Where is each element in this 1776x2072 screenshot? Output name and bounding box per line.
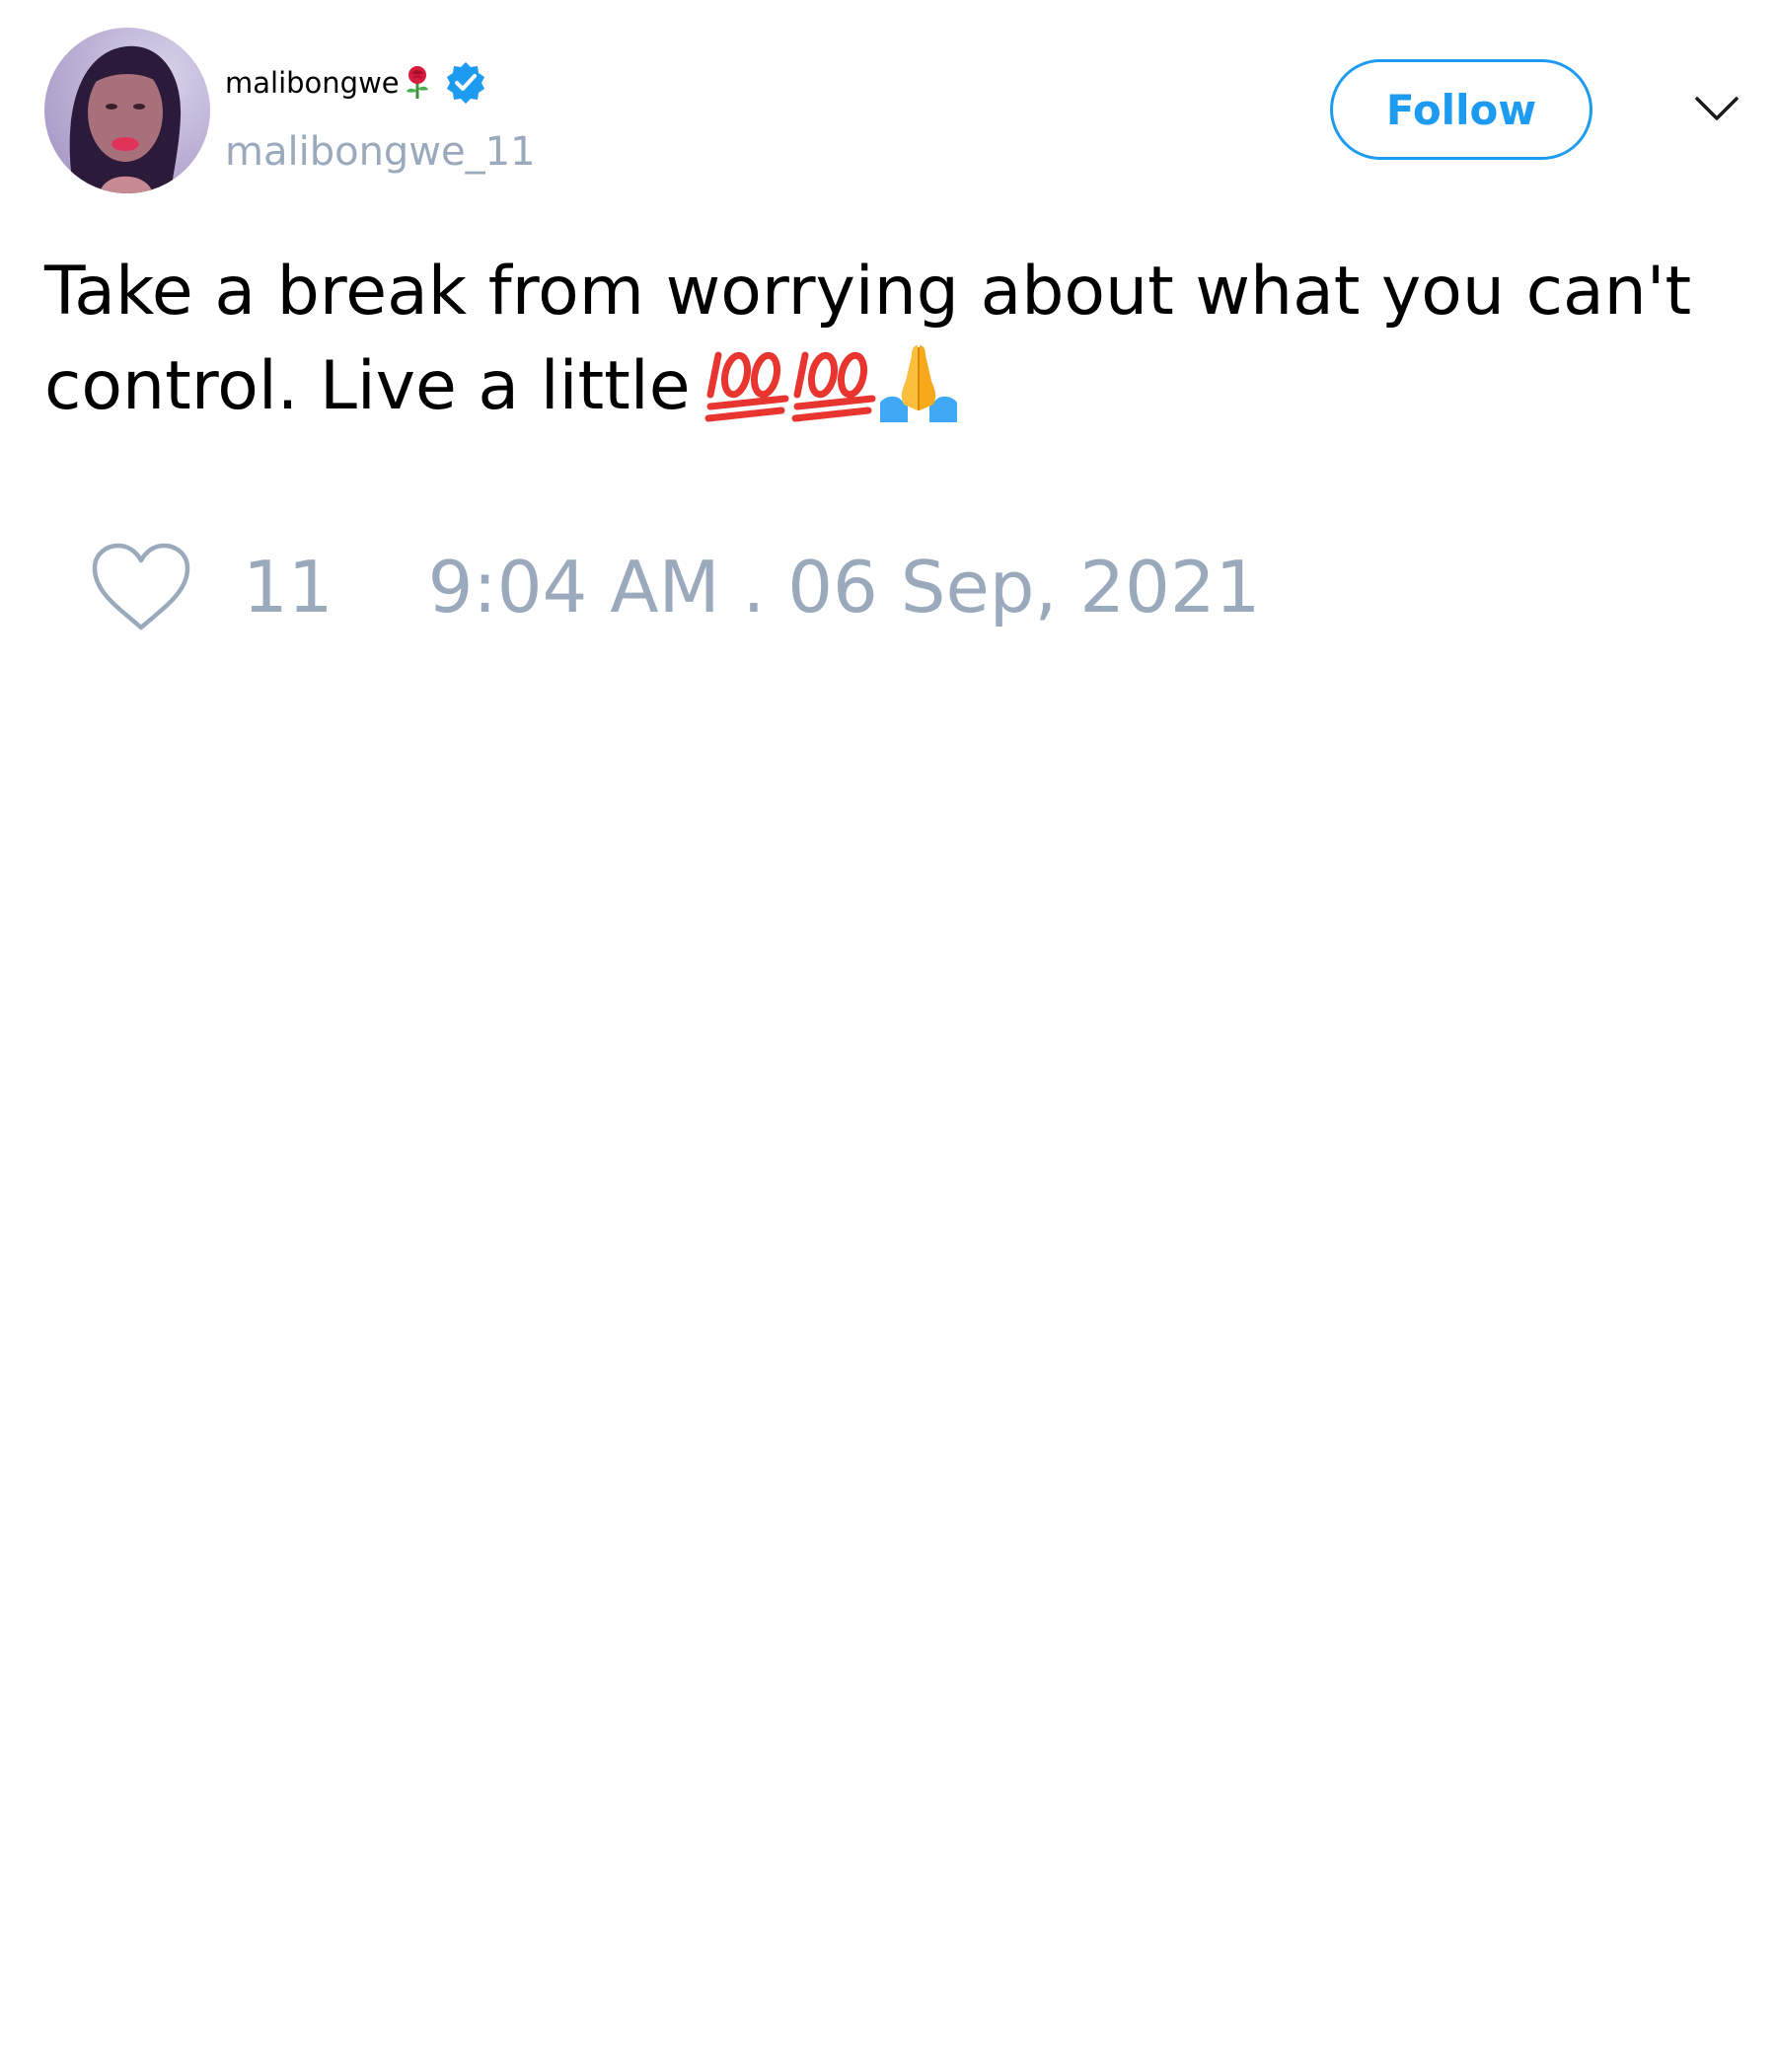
tweet-emojis: [704, 341, 959, 422]
hundred-points-icon: [704, 351, 789, 422]
like-count: 11: [243, 546, 333, 629]
chevron-down-icon[interactable]: [1693, 91, 1740, 126]
user-handle[interactable]: malibongwe_11: [225, 126, 536, 178]
heart-icon[interactable]: [89, 541, 193, 633]
rose-icon: [404, 65, 431, 101]
verified-badge-icon: [443, 60, 488, 106]
display-name[interactable]: malibongwe: [225, 61, 400, 105]
avatar[interactable]: [44, 28, 210, 193]
tweet-timestamp[interactable]: 9:04 AM . 06 Sep, 2021: [428, 546, 1261, 629]
tweet-actions: 11 9:04 AM . 06 Sep, 2021: [89, 538, 1260, 636]
hundred-points-icon: [791, 351, 876, 422]
follow-button[interactable]: Follow: [1330, 59, 1592, 160]
tweet-card: malibongwe malibongwe_11 Follow Take a b…: [0, 0, 1776, 2072]
display-name-row: malibongwe: [225, 61, 488, 105]
folded-hands-icon: [879, 345, 957, 422]
tweet-text-block: Take a break from worrying about what yo…: [44, 245, 1751, 434]
